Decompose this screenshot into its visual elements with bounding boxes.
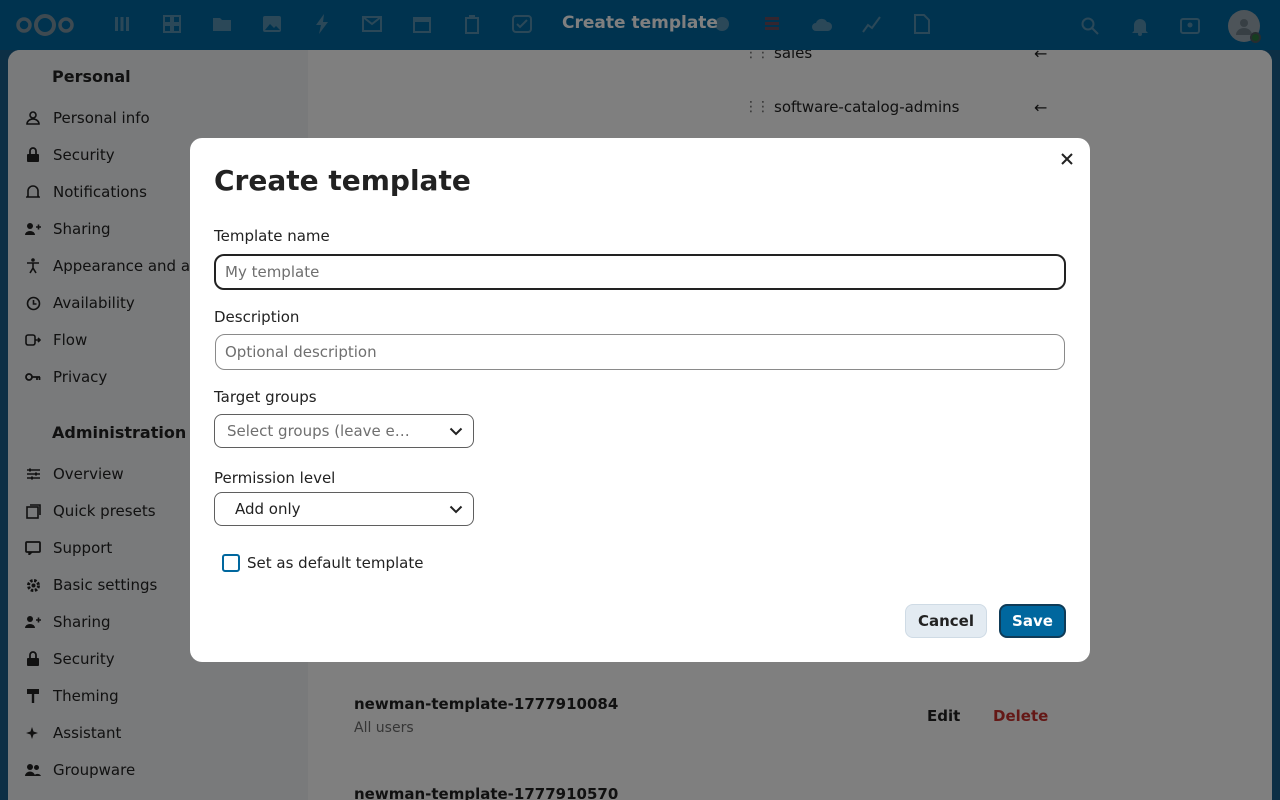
template-name-label: Template name (214, 227, 330, 245)
permission-level-label: Permission level (214, 469, 336, 487)
chevron-down-icon (439, 505, 473, 514)
close-icon[interactable] (1056, 148, 1078, 170)
target-groups-placeholder: Select groups (leave e… (227, 422, 410, 440)
permission-level-value: Add only (235, 500, 301, 518)
target-groups-label: Target groups (214, 388, 317, 406)
chevron-down-icon (439, 427, 473, 436)
description-input[interactable] (215, 334, 1065, 370)
default-template-checkbox[interactable] (222, 554, 240, 572)
cancel-button[interactable]: Cancel (905, 604, 987, 638)
default-template-checkbox-row[interactable]: Set as default template (222, 554, 423, 572)
description-label: Description (214, 308, 300, 326)
template-name-input[interactable] (214, 254, 1066, 290)
create-template-dialog: Create template Template name Descriptio… (190, 138, 1090, 662)
dialog-title: Create template (214, 164, 471, 197)
permission-level-select[interactable]: Add only (214, 492, 474, 526)
target-groups-select[interactable]: Select groups (leave e… (214, 414, 474, 448)
save-button[interactable]: Save (999, 604, 1066, 638)
default-template-label: Set as default template (247, 554, 424, 572)
